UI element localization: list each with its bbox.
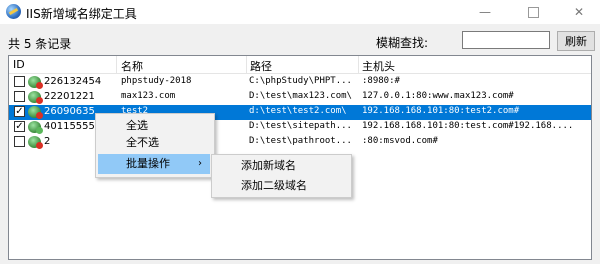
window-title: IIS新增域名绑定工具 <box>26 7 137 21</box>
chevron-right-icon: › <box>198 158 202 169</box>
row-checkbox[interactable] <box>14 136 25 147</box>
cell-host: :8980:# <box>362 76 400 86</box>
cell-name: phpstudy-2018 <box>121 76 192 86</box>
cell-host: :80:msvod.com# <box>362 136 438 146</box>
record-count: 共 5 条记录 <box>8 37 72 51</box>
menu-item-add-subdomain[interactable]: 添加二级域名 <box>214 176 349 196</box>
menu-item-add-domain[interactable]: 添加新域名 <box>214 156 349 176</box>
column-header-id[interactable]: ID <box>13 58 25 71</box>
site-error-icon <box>28 106 43 119</box>
cell-path: D:\test\max123.com\ <box>249 91 352 101</box>
row-checkbox[interactable] <box>14 91 25 102</box>
column-divider[interactable] <box>358 56 359 73</box>
row-checkbox[interactable]: ✓ <box>14 121 25 132</box>
site-error-icon <box>28 136 43 149</box>
cell-path: d:\test\test2.com\ <box>249 106 347 116</box>
cell-path: D:\test\pathroot... <box>249 136 352 146</box>
context-menu: 全选 全不选 批量操作 › <box>95 113 215 178</box>
cell-host: 192.168.168.101:80:test2.com# <box>362 106 520 116</box>
minimize-button[interactable]: — <box>462 0 508 24</box>
menu-item-label: 批量操作 <box>126 157 170 170</box>
table-row[interactable]: 22201221 max123.com D:\test\max123.com\ … <box>9 90 591 105</box>
cell-path: D:\test\sitepath... <box>249 121 352 131</box>
column-header-host[interactable]: 主机头 <box>362 58 395 74</box>
site-error-icon <box>28 91 43 104</box>
list-header: ID 名称 路径 主机头 <box>9 56 591 74</box>
title-bar: IIS新增域名绑定工具 — ✕ <box>0 0 600 24</box>
cell-id: 226132454 <box>44 76 102 87</box>
table-row[interactable]: 226132454 phpstudy-2018 C:\phpStudy\PHPT… <box>9 75 591 90</box>
search-label: 模糊查找: <box>376 36 429 50</box>
cell-path: C:\phpStudy\PHPT... <box>249 76 352 86</box>
column-divider[interactable] <box>116 56 117 73</box>
submenu: 添加新域名 添加二级域名 <box>211 154 352 198</box>
maximize-icon <box>527 7 539 18</box>
row-checkbox[interactable]: ✓ <box>14 106 25 117</box>
app-globe-icon <box>6 4 21 19</box>
site-running-icon <box>28 121 43 134</box>
close-button[interactable]: ✕ <box>556 0 600 24</box>
cell-name: max123.com <box>121 91 176 101</box>
cell-host: 127.0.0.1:80:www.max123.com# <box>362 91 514 101</box>
maximize-button[interactable] <box>510 0 556 24</box>
column-header-name[interactable]: 名称 <box>121 58 143 74</box>
column-header-path[interactable]: 路径 <box>250 58 272 74</box>
site-error-icon <box>28 76 43 89</box>
search-input[interactable] <box>462 31 550 49</box>
row-checkbox[interactable] <box>14 76 25 87</box>
column-divider[interactable] <box>246 56 247 73</box>
menu-item-batch-operations[interactable]: 批量操作 › <box>98 154 210 174</box>
menu-item-select-none[interactable]: 全不选 <box>98 133 210 153</box>
refresh-button[interactable]: 刷新 <box>557 31 595 51</box>
cell-id: 22201221 <box>44 91 95 102</box>
cell-host: 192.168.168.101:80:test.com#192.168.... <box>362 121 574 131</box>
